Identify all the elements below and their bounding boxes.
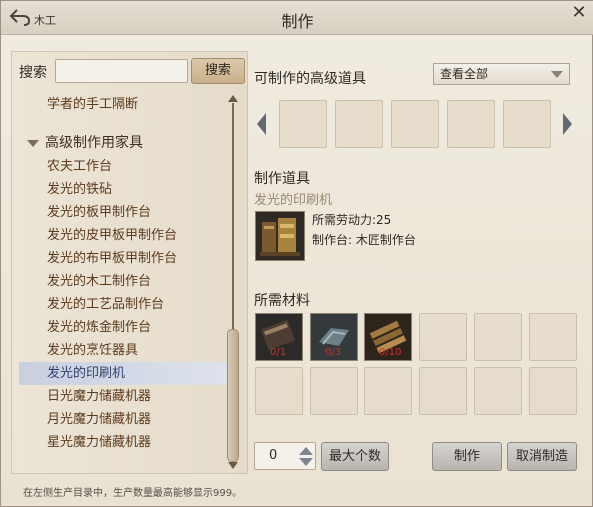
printing-press-icon[interactable] <box>255 211 305 261</box>
category-header[interactable]: 高级制作用家具 <box>19 132 229 155</box>
list-item[interactable]: 发光的板甲制作台 <box>19 201 229 224</box>
craft-item-title: 制作道具 <box>254 171 310 187</box>
material-slot-empty <box>529 313 577 361</box>
advanced-item-slot[interactable] <box>279 100 327 148</box>
advanced-item-slot[interactable] <box>391 100 439 148</box>
material-slot[interactable]: 0/10 <box>364 313 412 361</box>
quantity-stepper[interactable]: 0 <box>254 442 316 470</box>
list-item[interactable]: 学者的手工隔断 <box>19 93 229 116</box>
filter-dropdown[interactable]: 查看全部 <box>433 63 570 85</box>
craft-button[interactable]: 制作 <box>432 442 502 471</box>
cancel-craft-button[interactable]: 取消制造 <box>507 442 577 471</box>
material-count: 0/3 <box>325 347 342 358</box>
increment-icon[interactable] <box>299 447 313 455</box>
filter-value: 查看全部 <box>440 67 489 81</box>
list-item[interactable]: 发光的铁砧 <box>19 178 229 201</box>
scroll-up-icon[interactable] <box>228 95 238 102</box>
material-slot-empty <box>474 367 522 415</box>
list-item[interactable]: 农夫工作台 <box>19 155 229 178</box>
list-item[interactable]: 发光的木工制作台 <box>19 270 229 293</box>
list-item[interactable]: 星光魔力储藏机器 <box>19 431 229 454</box>
search-label: 搜索 <box>19 65 47 81</box>
scroll-down-icon[interactable] <box>228 462 238 469</box>
crafting-station: 制作台: 木匠制作台 <box>312 233 416 247</box>
material-slot-empty <box>419 313 467 361</box>
list-item[interactable]: 发光的工艺品制作台 <box>19 293 229 316</box>
list-item[interactable]: 发光的布甲板甲制作台 <box>19 247 229 270</box>
materials-title: 所需材料 <box>254 293 310 309</box>
max-quantity-button[interactable]: 最大个数 <box>321 442 389 471</box>
material-slot-empty <box>419 367 467 415</box>
list-scrollbar[interactable] <box>227 95 239 469</box>
advanced-item-slot[interactable] <box>447 100 495 148</box>
advanced-item-slot[interactable] <box>503 100 551 148</box>
advanced-item-slot[interactable] <box>335 100 383 148</box>
quantity-value: 0 <box>269 448 278 463</box>
list-item[interactable]: 发光的皮甲板甲制作台 <box>19 224 229 247</box>
craft-item-name: 发光的印刷机 <box>254 193 333 208</box>
chevron-down-icon <box>551 71 563 78</box>
material-count: 0/10 <box>379 347 402 358</box>
list-item[interactable]: 发光的炼金制作台 <box>19 316 229 339</box>
material-slot[interactable]: 0/1 <box>255 313 303 361</box>
search-button[interactable]: 搜索 <box>191 58 245 84</box>
list-item-selected[interactable]: 发光的印刷机 <box>19 362 229 385</box>
scroll-thumb[interactable] <box>227 329 239 462</box>
crafting-window: 木工 制作 ✕ 搜索 搜索 学者的手工隔断 高级制作用家具 农夫工作台 发光的铁… <box>0 0 593 507</box>
material-slot-empty <box>364 367 412 415</box>
labor-requirement: 所需劳动力:25 <box>312 213 392 227</box>
material-slot[interactable]: 0/3 <box>310 313 358 361</box>
recipe-list: 学者的手工隔断 高级制作用家具 农夫工作台 发光的铁砧 发光的板甲制作台 发光的… <box>19 93 229 454</box>
category-label: 高级制作用家具 <box>45 135 143 151</box>
window-title: 制作 <box>281 12 314 31</box>
material-slot-empty <box>310 367 358 415</box>
list-item[interactable]: 月光魔力储藏机器 <box>19 408 229 431</box>
decrement-icon[interactable] <box>299 458 313 466</box>
material-slot-empty <box>529 367 577 415</box>
footer-hint: 在左侧生产目录中，生产数量最高能够显示999。 <box>23 488 243 499</box>
list-item[interactable]: 发光的烹饪器具 <box>19 339 229 362</box>
list-item[interactable]: 日光魔力储藏机器 <box>19 385 229 408</box>
prev-page-icon[interactable] <box>257 113 266 135</box>
advanced-items-title: 可制作的高级道具 <box>254 71 366 87</box>
material-slot-empty <box>474 313 522 361</box>
material-count: 0/1 <box>270 347 287 358</box>
material-slot-empty <box>255 367 303 415</box>
close-icon[interactable]: ✕ <box>570 4 588 22</box>
next-page-icon[interactable] <box>563 113 572 135</box>
search-input[interactable] <box>55 59 188 83</box>
expand-triangle-icon <box>27 139 39 147</box>
title-bar: 木工 制作 ✕ <box>1 1 593 35</box>
